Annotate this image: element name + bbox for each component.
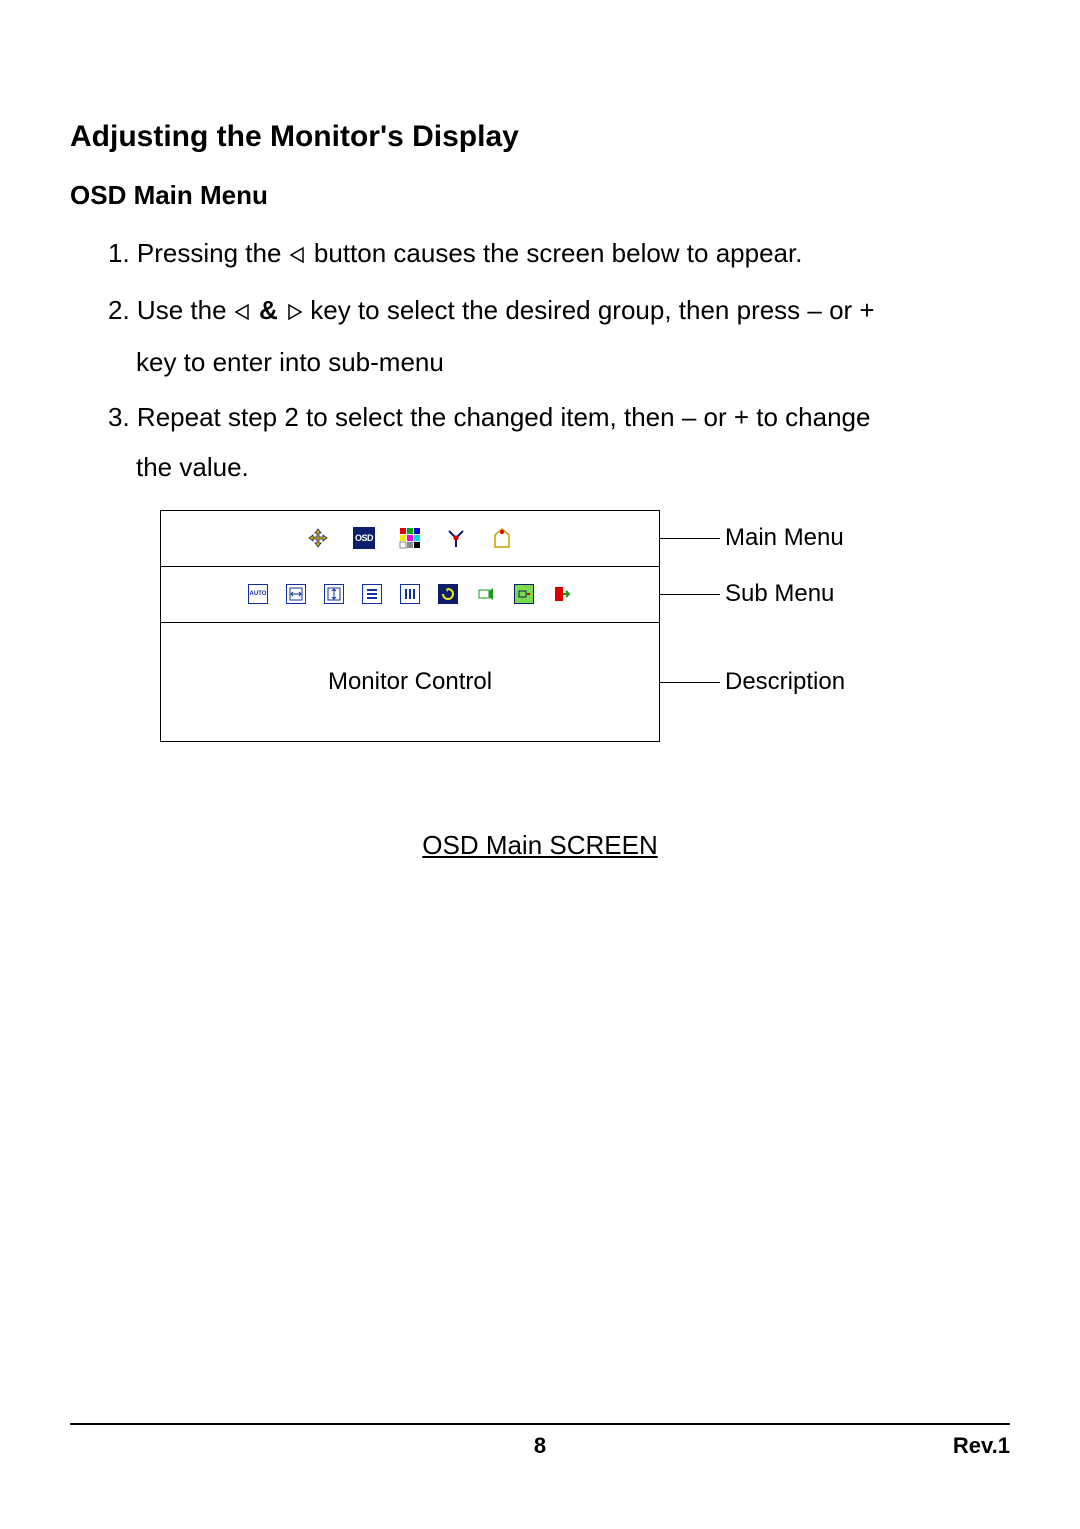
label-main: Main Menu <box>725 524 844 552</box>
revision-label: Rev.1 <box>953 1433 1010 1459</box>
osd-desc-row: Monitor Control <box>161 623 659 741</box>
osd-main-row: OSD <box>161 511 659 567</box>
reset-icon <box>438 584 458 604</box>
label-desc: Description <box>725 668 845 696</box>
subsection-heading: OSD Main Menu <box>70 180 1010 211</box>
hpos-icon <box>286 584 306 604</box>
width-icon <box>400 584 420 604</box>
info2-icon <box>514 584 534 604</box>
exit-icon <box>552 584 572 604</box>
info1-icon <box>476 584 496 604</box>
step-2-text-b: key to select the desired group, then pr… <box>310 295 874 325</box>
page-number: 8 <box>534 1433 546 1459</box>
osd-desc-text: Monitor Control <box>328 668 492 696</box>
osd-box: OSD <box>160 510 660 742</box>
step-1-text-b: button causes the screen below to appear… <box>314 238 803 268</box>
osd-icon: OSD <box>353 527 375 549</box>
triangle-right-icon <box>285 288 303 337</box>
step-1-text-a: Pressing the <box>137 238 289 268</box>
misc-icon <box>491 527 513 549</box>
osd-caption: OSD Main SCREEN <box>70 830 1010 861</box>
section-heading: Adjusting the Monitor's Display <box>70 120 1010 154</box>
step-3-text-a: Repeat step 2 to select the changed item… <box>137 402 871 432</box>
tools-icon <box>445 527 467 549</box>
triangle-left-icon <box>289 231 307 280</box>
leader-sub <box>660 594 720 596</box>
label-sub: Sub Menu <box>725 580 834 608</box>
leader-desc <box>660 682 720 684</box>
step-2-line2: key to enter into sub-menu <box>108 338 1010 387</box>
list-icon <box>362 584 382 604</box>
osd-diagram: OSD <box>160 510 960 770</box>
step-3-line2: the value. <box>108 443 1010 492</box>
color-grid-icon <box>399 527 421 549</box>
step-2-text-a: Use the <box>137 295 234 325</box>
step-2: 2. Use the & key to select the desired g… <box>108 286 1010 387</box>
document-page: Adjusting the Monitor's Display OSD Main… <box>0 0 1080 1529</box>
step-1: 1. Pressing the button causes the screen… <box>108 229 1010 280</box>
osd-sub-row: AUTO <box>161 567 659 623</box>
triangle-left-icon <box>234 288 252 337</box>
step-3: 3. Repeat step 2 to select the changed i… <box>108 393 1010 492</box>
vpos-icon <box>324 584 344 604</box>
leader-main <box>660 538 720 540</box>
page-footer: 8 Rev.1 <box>70 1423 1010 1459</box>
steps-list: 1. Pressing the button causes the screen… <box>70 229 1010 492</box>
ampersand: & <box>259 295 278 325</box>
auto-icon: AUTO <box>248 584 268 604</box>
position-icon <box>307 527 329 549</box>
